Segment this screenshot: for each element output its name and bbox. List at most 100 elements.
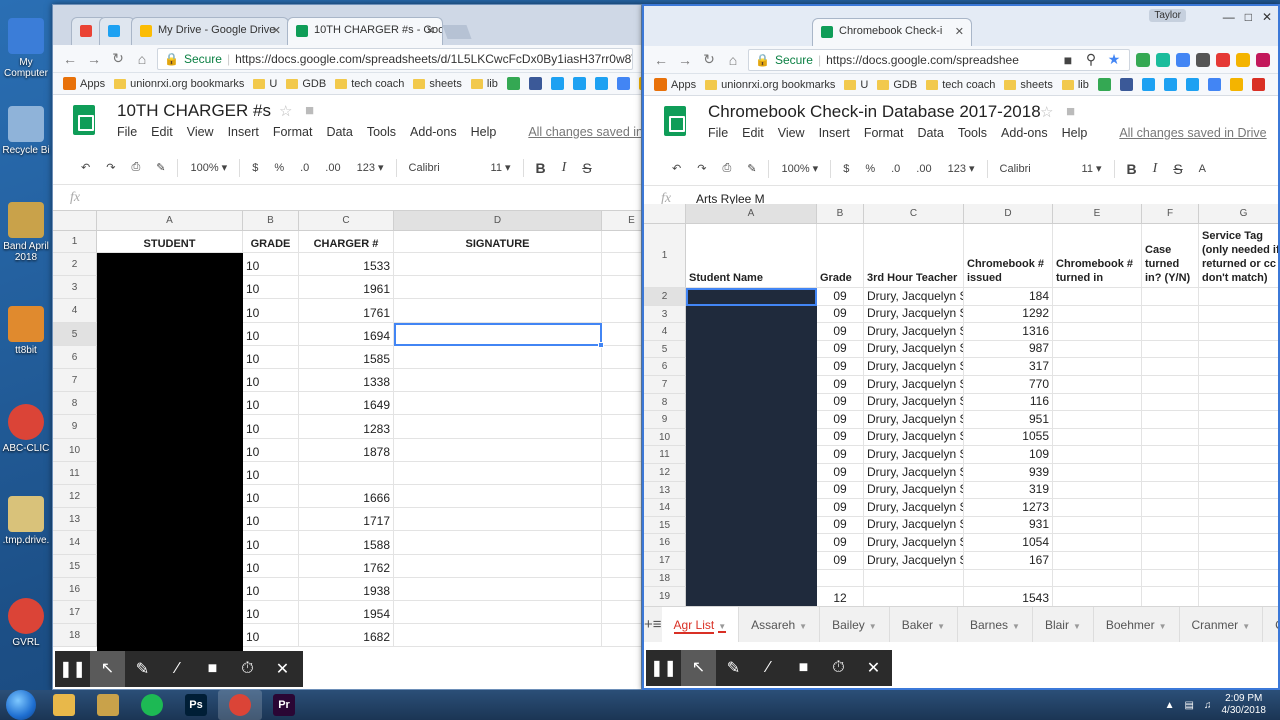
row-header[interactable]: 17: [644, 552, 686, 570]
browser-tab[interactable]: My Drive - Google Drive ✕: [131, 17, 289, 45]
row-header[interactable]: 17: [53, 601, 97, 625]
taskbar-app[interactable]: [42, 690, 86, 720]
row-header[interactable]: 9: [644, 411, 686, 429]
text-color-button[interactable]: A: [1191, 163, 1214, 175]
grid-cell[interactable]: [1199, 482, 1278, 500]
grid-cell[interactable]: 10: [243, 299, 299, 323]
grid-cell[interactable]: Drury, Jacquelyn S: [864, 499, 964, 517]
home-icon[interactable]: ⌂: [724, 52, 742, 68]
grid-cell[interactable]: [1199, 534, 1278, 552]
grid-cell[interactable]: [602, 415, 641, 439]
zoom-icon[interactable]: ⚲: [1082, 51, 1100, 68]
grid-cell[interactable]: 1054: [964, 534, 1053, 552]
grid-cell[interactable]: 951: [964, 411, 1053, 429]
grid-cell[interactable]: Drury, Jacquelyn S: [864, 305, 964, 324]
menu-insert[interactable]: Insert: [819, 126, 850, 140]
grid-cell[interactable]: 1533: [299, 253, 394, 277]
select-all-corner[interactable]: [53, 211, 97, 231]
sheets-logo-icon[interactable]: [664, 106, 686, 136]
grid-cell[interactable]: [602, 369, 641, 393]
taskbar-app[interactable]: Pr: [262, 690, 306, 720]
grid-cell[interactable]: [394, 299, 602, 323]
star-icon[interactable]: ☆: [1040, 103, 1053, 121]
bookmark-item[interactable]: Apps: [63, 77, 105, 90]
header-cell[interactable]: Case turned in? (Y/N): [1142, 224, 1199, 288]
bookmark-shortcut-icon[interactable]: [1207, 78, 1221, 91]
grid-cell[interactable]: [1199, 288, 1278, 306]
taskbar-app[interactable]: Ps: [174, 690, 218, 720]
back-icon[interactable]: ←: [61, 51, 79, 67]
grid-cell[interactable]: 317: [964, 358, 1053, 376]
timer-icon[interactable]: ⏱: [821, 659, 856, 677]
desktop-icon[interactable]: GVRL: [0, 598, 52, 648]
row-header[interactable]: 1: [53, 231, 97, 253]
grid-cell[interactable]: [394, 392, 602, 416]
close-tab-icon[interactable]: ✕: [955, 25, 964, 38]
close-window-icon[interactable]: ✕: [1262, 10, 1272, 24]
sheets-logo-icon[interactable]: [73, 105, 95, 135]
grid-cell[interactable]: [299, 461, 394, 485]
bookmark-item[interactable]: GDB: [877, 79, 917, 91]
grid-cell[interactable]: [1199, 323, 1278, 341]
redo-icon[interactable]: ↷: [689, 162, 714, 175]
grid-cell[interactable]: [1142, 305, 1199, 324]
grid-cell[interactable]: [1053, 411, 1142, 429]
grid-cell[interactable]: Drury, Jacquelyn S: [864, 552, 964, 570]
bookmark-star-icon[interactable]: ★: [1105, 51, 1123, 68]
row-header[interactable]: 3: [644, 305, 686, 324]
highlighter-icon[interactable]: ∕: [160, 660, 195, 678]
zoom-select[interactable]: 100% ▾: [773, 162, 826, 175]
row-header[interactable]: 14: [53, 531, 97, 555]
extension-icon[interactable]: [1256, 52, 1270, 67]
grid-cell[interactable]: [1053, 305, 1142, 324]
grid-cell[interactable]: 1649: [299, 392, 394, 416]
bookmark-item[interactable]: sheets: [1004, 79, 1053, 91]
grid-cell[interactable]: 10: [243, 345, 299, 369]
grid-cell[interactable]: 10: [243, 392, 299, 416]
grid-cell[interactable]: 10: [243, 276, 299, 300]
sheet-tab[interactable]: CS▼: [1263, 607, 1278, 642]
row-header[interactable]: 19: [644, 587, 686, 608]
grid-cell[interactable]: [602, 624, 641, 648]
bookmark-item[interactable]: sheets: [413, 78, 462, 90]
sheet-tab[interactable]: Bailey ▼: [820, 607, 890, 642]
menu-edit[interactable]: Edit: [151, 125, 173, 139]
sheet-tab[interactable]: Cranmer ▼: [1180, 607, 1264, 642]
row-header[interactable]: 12: [644, 464, 686, 482]
grid-cell[interactable]: [1142, 499, 1199, 517]
grid-cell[interactable]: [602, 323, 641, 346]
browser-tab[interactable]: 10TH CHARGER #s - Goo ✕: [287, 17, 443, 45]
menu-help[interactable]: Help: [471, 125, 497, 139]
grid-cell[interactable]: 10: [243, 601, 299, 625]
desktop-icon[interactable]: tt8bit: [0, 306, 52, 356]
grid-cell[interactable]: 167: [964, 552, 1053, 570]
bookmark-shortcut-icon[interactable]: [616, 77, 630, 90]
bookmark-item[interactable]: tech coach: [335, 78, 404, 90]
grid-cell[interactable]: 1682: [299, 624, 394, 648]
grid-cell[interactable]: [1199, 429, 1278, 447]
grid-cell[interactable]: 10: [243, 554, 299, 578]
grid-cell[interactable]: 09: [817, 499, 864, 517]
grid-cell[interactable]: [1199, 411, 1278, 429]
grid-cell[interactable]: Drury, Jacquelyn S: [864, 464, 964, 482]
grid-cell[interactable]: 10: [243, 531, 299, 555]
decrease-decimal-button[interactable]: .0: [292, 162, 317, 174]
grid-cell[interactable]: [1142, 446, 1199, 464]
grid-cell[interactable]: 09: [817, 393, 864, 412]
pen-icon[interactable]: ✎: [125, 659, 160, 679]
chevron-down-icon[interactable]: ▼: [799, 622, 807, 631]
grid-cell[interactable]: 10: [243, 253, 299, 277]
grid-cell[interactable]: 09: [817, 376, 864, 394]
grid-cell[interactable]: [1142, 552, 1199, 570]
grid-cell[interactable]: [394, 624, 602, 648]
left-address-bar[interactable]: 🔒 Secure | https://docs.google.com/sprea…: [157, 47, 633, 70]
grid-cell[interactable]: [394, 577, 602, 601]
grid-cell[interactable]: Drury, Jacquelyn S: [864, 340, 964, 359]
row-header[interactable]: 13: [644, 481, 686, 500]
grid-cell[interactable]: [602, 231, 641, 253]
grid-cell[interactable]: [602, 485, 641, 509]
grid-cell[interactable]: [1053, 481, 1142, 500]
fill-handle[interactable]: [598, 341, 604, 348]
grid-cell[interactable]: Drury, Jacquelyn S: [864, 481, 964, 500]
right-sheet-grid[interactable]: A B C D E F G 1 Student Name Grade 3rd Hour Teache…: [644, 204, 1278, 620]
